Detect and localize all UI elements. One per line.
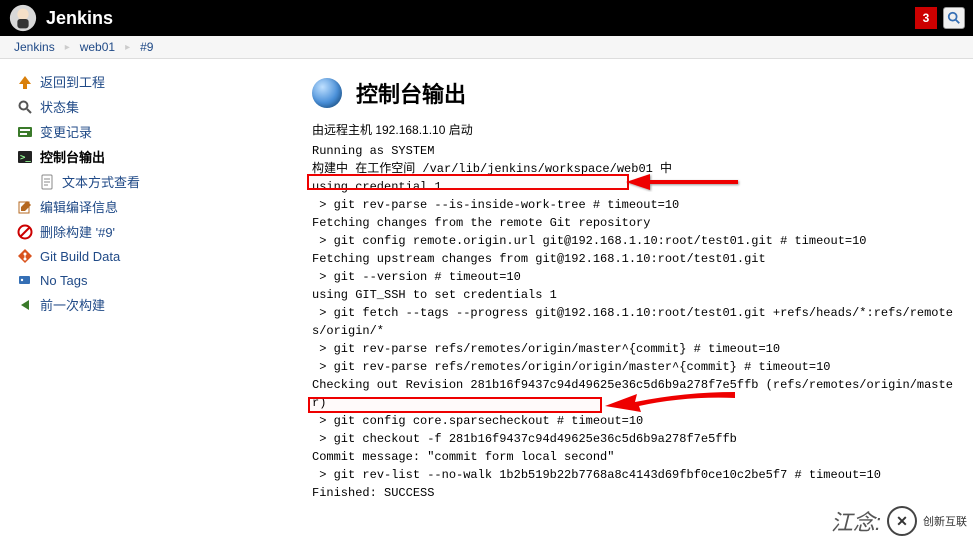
console-line: > git fetch --tags --progress git@192.16… bbox=[312, 304, 963, 340]
sidebar-item-status[interactable]: 状态集 bbox=[14, 94, 176, 119]
notification-count-badge[interactable]: 3 bbox=[915, 7, 937, 29]
console-line: > git checkout -f 281b16f9437c94d49625e3… bbox=[312, 430, 963, 448]
sidebar: 返回到工程状态集变更记录 >_ 控制台输出文本方式查看编辑编译信息删除构建 '#9'… bbox=[0, 59, 180, 512]
console-line: Finished: SUCCESS bbox=[312, 484, 963, 502]
console-line: Fetching upstream changes from git@192.1… bbox=[312, 250, 963, 268]
sidebar-item-label: 删除构建 '#9' bbox=[40, 222, 115, 241]
search-icon bbox=[16, 98, 34, 116]
breadcrumb-item-job[interactable]: web01 bbox=[80, 40, 115, 54]
status-orb-icon bbox=[312, 78, 342, 108]
search-button[interactable] bbox=[943, 7, 965, 29]
console-line: > git rev-parse refs/remotes/origin/orig… bbox=[312, 358, 963, 376]
jenkins-logo-icon bbox=[8, 3, 38, 33]
sidebar-item-back[interactable]: 返回到工程 bbox=[14, 69, 176, 94]
sidebar-item-console[interactable]: >_ 控制台输出 bbox=[14, 144, 176, 169]
prev-icon bbox=[16, 296, 34, 314]
console-line: 构建中 在工作空间 /var/lib/jenkins/workspace/web… bbox=[312, 160, 963, 178]
delete-icon bbox=[16, 223, 34, 241]
console-line: > git config remote.origin.url git@192.1… bbox=[312, 232, 963, 250]
breadcrumb-item-jenkins[interactable]: Jenkins bbox=[14, 40, 55, 54]
console-line: Running as SYSTEM bbox=[312, 142, 963, 160]
changes-icon bbox=[16, 123, 34, 141]
console-line: Commit message: "commit form local secon… bbox=[312, 448, 963, 466]
chevron-right-icon: ▸ bbox=[125, 42, 130, 53]
console-line: Fetching changes from the remote Git rep… bbox=[312, 214, 963, 232]
breadcrumb: Jenkins ▸ web01 ▸ #9 bbox=[0, 36, 973, 59]
console-output: Running as SYSTEM构建中 在工作空间 /var/lib/jenk… bbox=[312, 142, 963, 502]
console-line: Checking out Revision 281b16f9437c94d496… bbox=[312, 376, 963, 412]
sidebar-item-delete[interactable]: 删除构建 '#9' bbox=[14, 219, 176, 244]
console-line: using GIT_SSH to set credentials 1 bbox=[312, 286, 963, 304]
console-icon: >_ bbox=[16, 148, 34, 166]
sidebar-item-label: 状态集 bbox=[40, 97, 79, 116]
sidebar-item-label: 变更记录 bbox=[40, 122, 92, 141]
sidebar-item-label: 返回到工程 bbox=[40, 72, 105, 91]
sidebar-item-changes[interactable]: 变更记录 bbox=[14, 119, 176, 144]
page-title: 控制台输出 bbox=[312, 77, 963, 109]
console-line: > git --version # timeout=10 bbox=[312, 268, 963, 286]
sidebar-item-notags[interactable]: No Tags bbox=[14, 268, 176, 292]
watermark-brand: 创新互联 bbox=[923, 513, 967, 529]
svg-text:>_: >_ bbox=[20, 153, 31, 163]
build-started-by: 由远程主机 192.168.1.10 启动 bbox=[312, 121, 963, 138]
tag-icon bbox=[16, 271, 34, 289]
sidebar-item-prev[interactable]: 前一次构建 bbox=[14, 292, 176, 317]
up-arrow-icon bbox=[16, 73, 34, 91]
console-line: > git rev-parse --is-inside-work-tree # … bbox=[312, 196, 963, 214]
console-line: > git rev-list --no-walk 1b2b519b22b7768… bbox=[312, 466, 963, 484]
page-title-text: 控制台输出 bbox=[356, 77, 466, 109]
console-line: > git config core.sparsecheckout # timeo… bbox=[312, 412, 963, 430]
sidebar-item-plaintext[interactable]: 文本方式查看 bbox=[14, 169, 176, 194]
sidebar-item-editinfo[interactable]: 编辑编译信息 bbox=[14, 194, 176, 219]
watermark: 江念: ✕ 创新互联 bbox=[831, 505, 967, 537]
watermark-name: 江念: bbox=[831, 505, 881, 537]
app-header: Jenkins 3 bbox=[0, 0, 973, 36]
edit-icon bbox=[16, 198, 34, 216]
sidebar-item-label: 编辑编译信息 bbox=[40, 197, 118, 216]
magnifier-icon bbox=[947, 11, 961, 25]
breadcrumb-item-build[interactable]: #9 bbox=[140, 40, 153, 54]
document-icon bbox=[38, 173, 56, 191]
console-line: using credential 1 bbox=[312, 178, 963, 196]
sidebar-item-label: 前一次构建 bbox=[40, 295, 105, 314]
watermark-logo-icon: ✕ bbox=[887, 506, 917, 536]
main-content: 控制台输出 由远程主机 192.168.1.10 启动 Running as S… bbox=[180, 59, 973, 512]
brand-title[interactable]: Jenkins bbox=[46, 8, 113, 29]
sidebar-item-label: 文本方式查看 bbox=[62, 172, 140, 191]
console-line: > git rev-parse refs/remotes/origin/mast… bbox=[312, 340, 963, 358]
chevron-right-icon: ▸ bbox=[65, 42, 70, 53]
sidebar-item-label: 控制台输出 bbox=[40, 147, 105, 166]
sidebar-item-label: No Tags bbox=[40, 273, 87, 288]
git-icon bbox=[16, 247, 34, 265]
sidebar-item-gitdata[interactable]: Git Build Data bbox=[14, 244, 176, 268]
sidebar-item-label: Git Build Data bbox=[40, 249, 120, 264]
